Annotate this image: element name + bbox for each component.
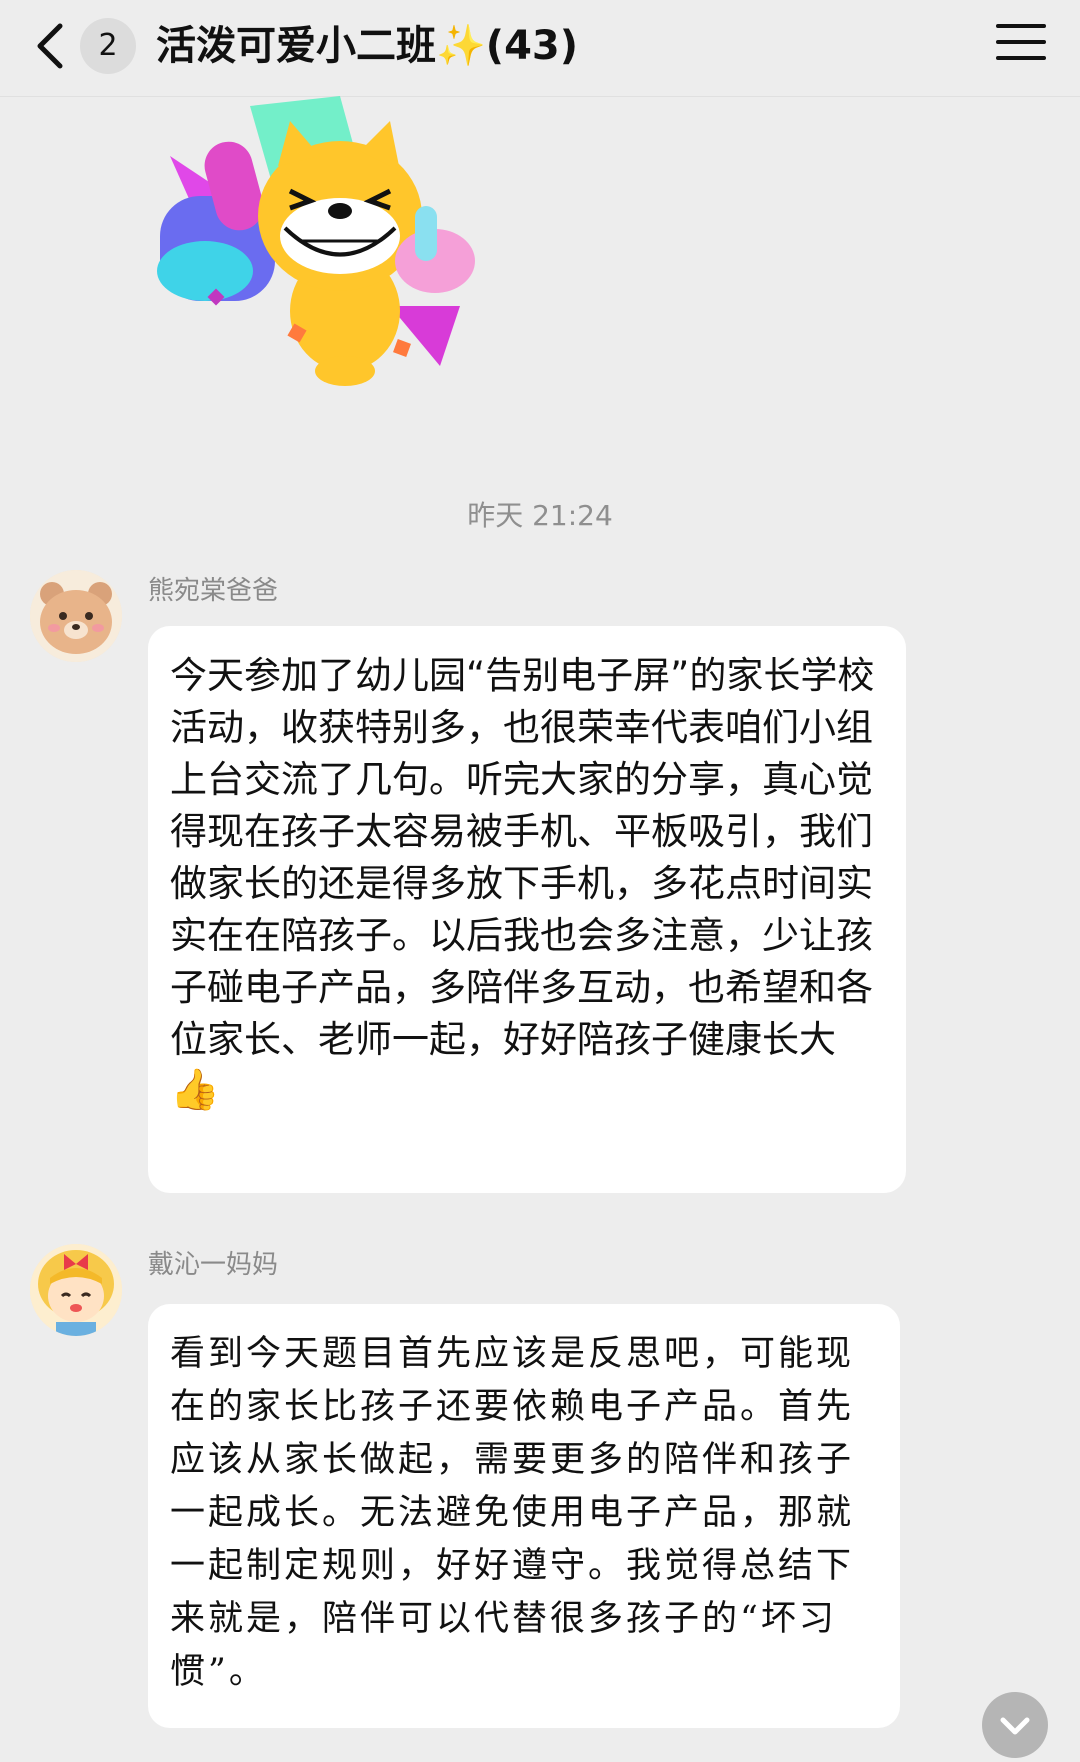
message-text: 看到今天题目首先应该是反思吧，可能现在的家长比孩子还要依赖电子产品。首先应该从家… [170,1334,855,1692]
unread-count-badge[interactable]: 2 [80,18,136,74]
message-timestamp: 昨天 21:24 [467,499,613,532]
message-bubble[interactable]: 看到今天题目首先应该是反思吧，可能现在的家长比孩子还要依赖电子产品。首先应该从家… [148,1304,900,1728]
message-bubble[interactable]: 今天参加了幼儿园“告别电子屏”的家长学校活动，收获特别多，也很荣幸代表咱们小组上… [148,626,906,1193]
chevron-down-icon [1000,1717,1030,1735]
scroll-to-bottom-button[interactable] [982,1692,1048,1758]
sender-name: 戴沁一妈妈 [148,1250,279,1280]
menu-icon[interactable] [996,24,1046,70]
group-title: 活泼可爱小二班✨(43) [156,23,579,69]
sender-name: 熊宛棠爸爸 [148,576,279,606]
message-text: 今天参加了幼儿园“告别电子屏”的家长学校活动，收获特别多，也很荣幸代表咱们小组上… [170,654,875,1061]
girl-avatar[interactable] [30,1244,122,1336]
bear-avatar[interactable] [30,570,122,662]
chat-header: 2 活泼可爱小二班✨(43) [0,0,1080,97]
chevron-left-icon[interactable] [30,18,70,74]
thumbs-up-cat-sticker[interactable] [150,96,530,406]
thumbs-up-emoji: 👍 [170,1067,220,1113]
